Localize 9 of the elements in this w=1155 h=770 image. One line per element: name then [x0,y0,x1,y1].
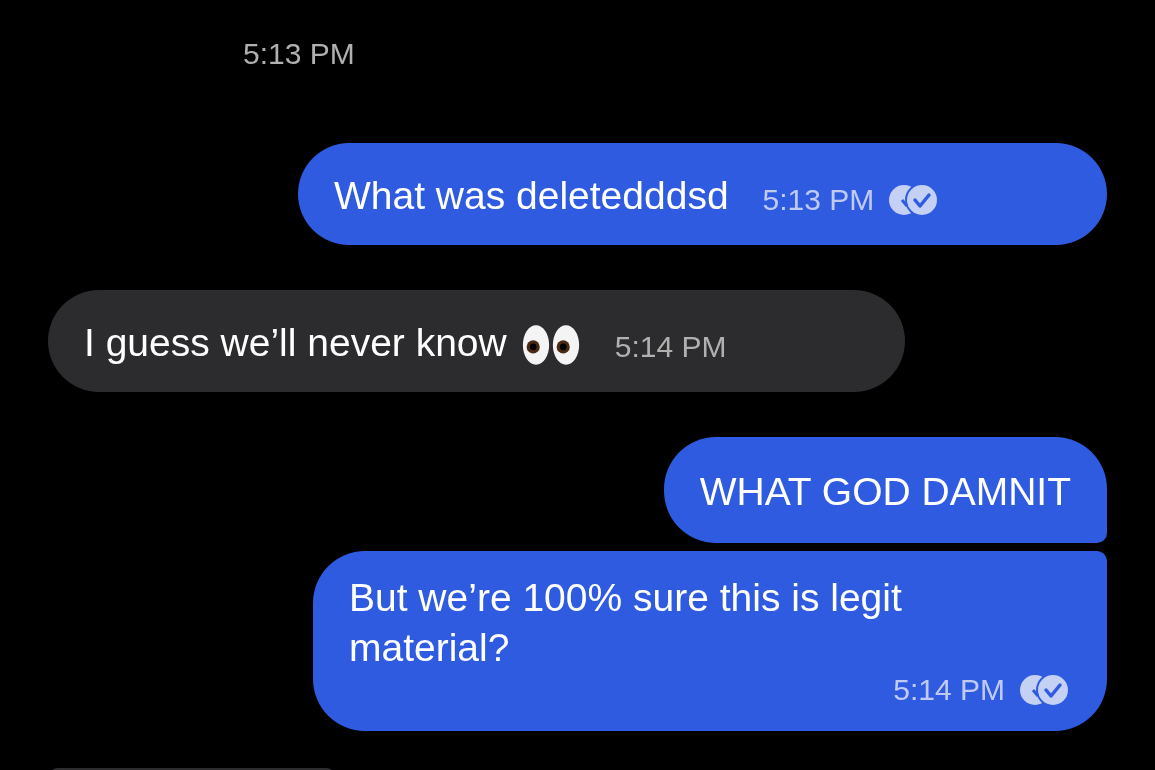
eyes-icon [520,324,581,366]
message-text: WHAT GOD DAMNIT [699,469,1071,515]
message-time: 5:13 PM [762,182,875,218]
message-time: 5:14 PM [614,329,727,365]
timestamp: 5:13 PM [243,36,355,72]
message-text: I guess we’ll never know [84,320,507,366]
message-text: What was deletedddsd [334,173,729,219]
message-text: But we’re 100% sure this is legit material? [349,575,903,671]
message-time: 5:14 PM [893,672,1005,708]
